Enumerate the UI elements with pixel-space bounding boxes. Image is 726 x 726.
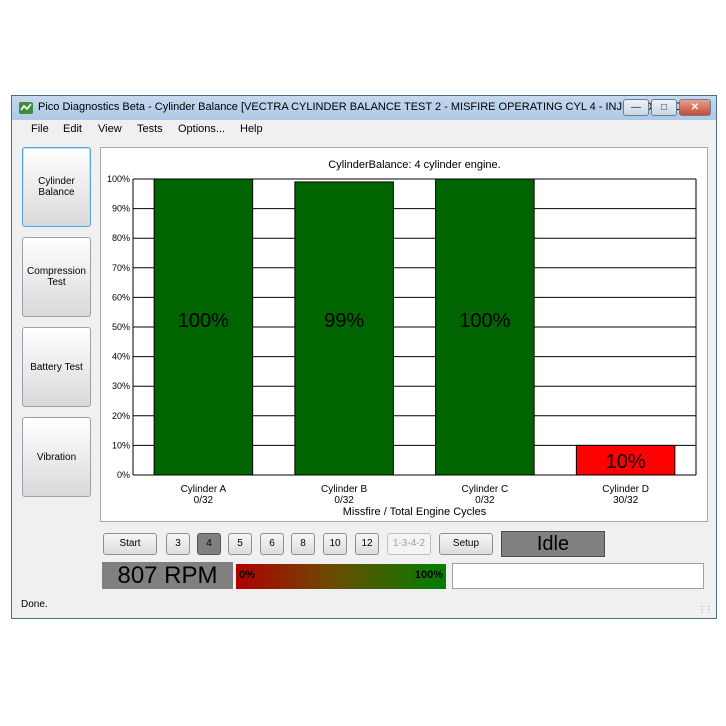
x-category-label: Cylinder C <box>462 484 509 495</box>
minimize-icon: — <box>631 102 641 113</box>
y-tick-label: 40% <box>112 352 130 362</box>
menu-file[interactable]: File <box>31 123 49 135</box>
x-category-sublabel: 0/32 <box>334 495 354 506</box>
engine-status-display: Idle <box>501 531 605 557</box>
x-category-label: Cylinder A <box>181 484 227 495</box>
firing-order-button[interactable]: 1-3-4-2 <box>387 533 431 555</box>
app-window: Pico Diagnostics Beta - Cylinder Balance… <box>11 95 717 619</box>
y-tick-label: 30% <box>112 381 130 391</box>
title-bar[interactable]: Pico Diagnostics Beta - Cylinder Balance… <box>12 96 716 120</box>
rpm-display: 807 RPM <box>102 562 233 589</box>
x-category-sublabel: 0/32 <box>475 495 495 506</box>
sidebar-item-compression-test[interactable]: Compression Test <box>22 237 91 317</box>
bar-value-label: 99% <box>324 310 364 332</box>
gauge-min-label: 0% <box>239 569 255 581</box>
y-tick-label: 100% <box>107 174 130 184</box>
start-button[interactable]: Start <box>103 533 157 555</box>
sidebar-item-label: Compression Test <box>27 266 86 288</box>
cylinder-count-6-button[interactable]: 6 <box>260 533 284 555</box>
x-category-label: Cylinder B <box>321 484 367 495</box>
x-category-sublabel: 30/32 <box>613 495 638 506</box>
y-tick-label: 80% <box>112 233 130 243</box>
sidebar-item-cylinder-balance[interactable]: Cylinder Balance <box>22 147 91 227</box>
y-tick-label: 20% <box>112 411 130 421</box>
close-icon: ✕ <box>690 102 700 113</box>
menu-help[interactable]: Help <box>240 123 263 135</box>
gauge-max-label: 100% <box>414 569 443 581</box>
sidebar-item-vibration[interactable]: Vibration <box>22 417 91 497</box>
menu-tests[interactable]: Tests <box>137 123 163 135</box>
sidebar-item-battery-test[interactable]: Battery Test <box>22 327 91 407</box>
menu-view[interactable]: View <box>98 123 122 135</box>
bar-value-label: 10% <box>606 451 646 473</box>
balance-gauge: 0% 100% <box>236 564 446 589</box>
cylinder-balance-chart: CylinderBalance: 4 cylinder engine. 0% 10%… <box>107 159 697 518</box>
menu-bar: File Edit View Tests Options... Help <box>12 120 716 140</box>
cylinder-count-4-button[interactable]: 4 <box>197 533 221 555</box>
sidebar-item-label: Cylinder Balance <box>38 176 75 198</box>
menu-options[interactable]: Options... <box>178 123 225 135</box>
window-title: Pico Diagnostics Beta - Cylinder Balance… <box>38 101 691 113</box>
cylinder-count-12-button[interactable]: 12 <box>355 533 379 555</box>
cylinder-count-10-button[interactable]: 10 <box>323 533 347 555</box>
y-tick-label: 50% <box>112 322 130 332</box>
status-bar-text: Done. <box>21 599 48 610</box>
maximize-button[interactable]: □ <box>651 99 677 116</box>
y-tick-label: 0% <box>117 470 130 480</box>
x-axis-label: Missfire / Total Engine Cycles <box>343 506 487 518</box>
resize-grip-icon[interactable]: ⋮⋮ <box>698 605 713 614</box>
y-tick-label: 90% <box>112 204 130 214</box>
chart-title: CylinderBalance: 4 cylinder engine. <box>328 159 500 171</box>
message-field <box>452 563 704 589</box>
cylinder-count-8-button[interactable]: 8 <box>291 533 315 555</box>
setup-button[interactable]: Setup <box>439 533 493 555</box>
x-category-label: Cylinder D <box>602 484 649 495</box>
sidebar-item-label: Vibration <box>36 451 77 463</box>
chart-panel: CylinderBalance: 4 cylinder engine. 0% 10%… <box>100 147 708 522</box>
menu-edit[interactable]: Edit <box>63 123 82 135</box>
minimize-button[interactable]: — <box>623 99 649 116</box>
cylinder-count-3-button[interactable]: 3 <box>166 533 190 555</box>
sidebar-item-label: Battery Test <box>30 361 83 373</box>
y-tick-label: 70% <box>112 263 130 273</box>
cylinder-count-5-button[interactable]: 5 <box>228 533 252 555</box>
x-category-sublabel: 0/32 <box>194 495 214 506</box>
bar-value-label: 100% <box>178 310 229 332</box>
y-tick-label: 10% <box>112 440 130 450</box>
y-tick-label: 60% <box>112 292 130 302</box>
maximize-icon: □ <box>660 102 668 113</box>
pico-app-icon <box>19 102 33 114</box>
close-button[interactable]: ✕ <box>679 99 711 116</box>
bar-value-label: 100% <box>459 310 510 332</box>
